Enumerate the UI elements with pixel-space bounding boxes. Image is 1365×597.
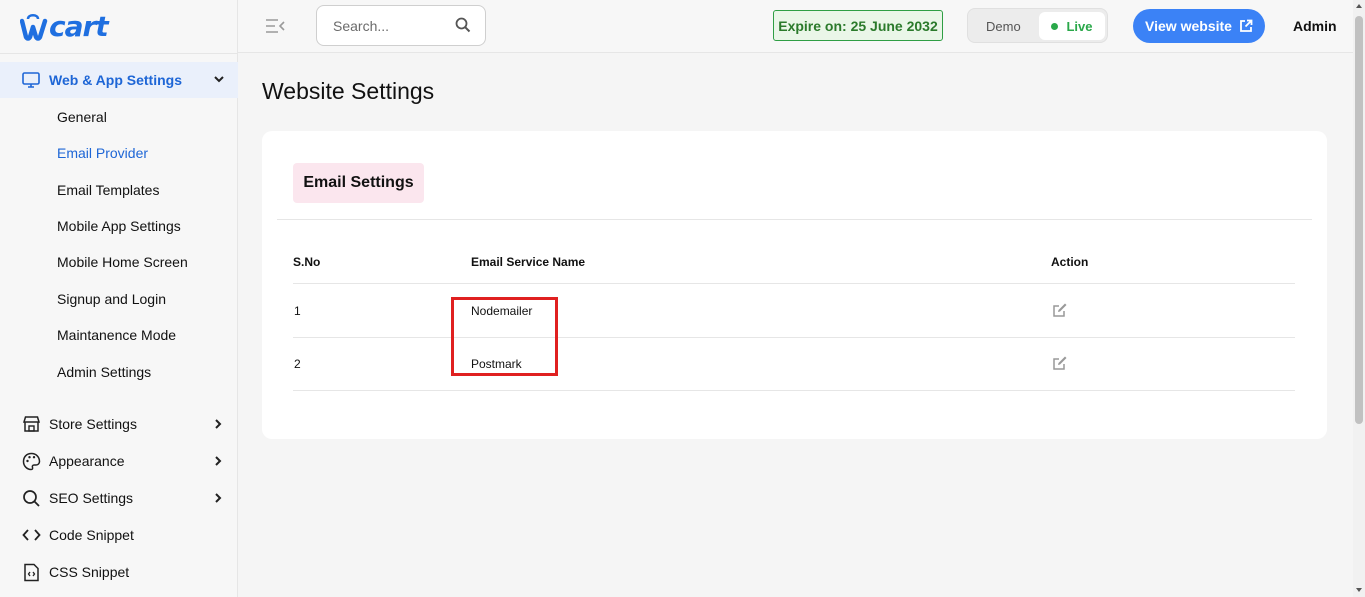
mode-live-label: Live [1066,18,1093,34]
sidebar-item-seo-settings[interactable]: SEO Settings [22,487,232,509]
sidebar-item-css-snippet[interactable]: CSS Snippet [22,561,232,583]
sidebar-item-label: Code Snippet [49,527,134,543]
column-header-sno: S.No [293,255,321,269]
sidebar-subitem-maintanence-mode[interactable]: Maintanence Mode [57,327,176,343]
edit-icon[interactable] [1052,302,1068,318]
cart-logo-icon [19,13,48,41]
external-link-icon [1239,19,1253,33]
view-website-label: View website [1145,18,1232,34]
sidebar-subitem-mobile-app-settings[interactable]: Mobile App Settings [57,218,181,234]
page-title: Website Settings [262,78,435,104]
settings-card: Email Settings S.No Email Service Name A… [262,131,1327,439]
sidebar-item-label: CSS Snippet [49,564,130,580]
sidebar-item-store-settings[interactable]: Store Settings [22,413,232,435]
sidebar-item-label: Store Settings [49,416,137,432]
sidebar-collapse-icon[interactable] [265,17,285,35]
card-divider [277,219,1312,220]
logo-text: cart [49,9,109,43]
sidebar-subitem-general[interactable]: General [57,109,107,125]
scroll-down-arrow-icon[interactable] [1356,588,1362,592]
live-status-dot-icon [1051,22,1059,30]
table-row-divider [293,283,1295,284]
chevron-down-icon [212,72,226,86]
user-menu[interactable]: Admin [1293,18,1337,34]
monitor-icon [22,71,40,89]
table-row-divider [293,337,1295,338]
highlight-annotation-box [451,297,558,376]
sidebar-subitem-admin-settings[interactable]: Admin Settings [57,364,151,380]
sidebar-subitem-email-provider[interactable]: Email Provider [57,145,148,161]
cell-sno: 2 [294,357,301,371]
mode-live-option[interactable]: Live [1039,12,1105,40]
mode-toggle: Demo Live [967,8,1108,43]
column-header-action: Action [1051,255,1089,269]
mode-demo-option[interactable]: Demo [986,19,1021,34]
sidebar-item-label: Appearance [49,453,125,469]
sidebar-divider [0,53,238,54]
scrollbar-thumb[interactable] [1355,16,1363,424]
store-icon [22,415,41,434]
sidebar-subitem-signup-login[interactable]: Signup and Login [57,291,166,307]
expiry-badge: Expire on: 25 June 2032 [773,10,943,41]
logo[interactable]: cart [19,8,109,44]
file-code-icon [22,563,41,582]
view-website-button[interactable]: View website [1133,9,1265,43]
sidebar-subitem-mobile-home-screen[interactable]: Mobile Home Screen [57,254,188,270]
chevron-right-icon [212,417,224,431]
search-icon[interactable] [455,17,471,33]
chevron-right-icon [212,454,224,468]
sidebar-group-web-app-settings[interactable]: Web & App Settings [0,62,238,98]
top-header: Expire on: 25 June 2032 Demo Live View w… [238,0,1353,53]
scroll-up-arrow-icon[interactable] [1356,4,1362,8]
sidebar-item-label: SEO Settings [49,490,134,506]
page-scrollbar[interactable] [1353,0,1365,597]
tab-email-settings[interactable]: Email Settings [293,163,424,203]
search-box [316,5,486,46]
search-input[interactable] [333,17,443,34]
chevron-right-icon [212,491,224,505]
sidebar-item-appearance[interactable]: Appearance [22,450,232,472]
cell-sno: 1 [294,304,301,318]
edit-icon[interactable] [1052,355,1068,371]
sidebar-item-code-snippet[interactable]: Code Snippet [22,524,232,546]
sidebar-subitem-email-templates[interactable]: Email Templates [57,182,159,198]
code-icon [22,526,41,545]
column-header-service-name: Email Service Name [471,255,586,269]
table-row-divider [293,390,1295,391]
sidebar: cart Web & App Settings General Email Pr… [0,0,238,597]
sidebar-group-label: Web & App Settings [49,72,182,88]
search-icon [22,489,41,508]
palette-icon [22,452,41,471]
